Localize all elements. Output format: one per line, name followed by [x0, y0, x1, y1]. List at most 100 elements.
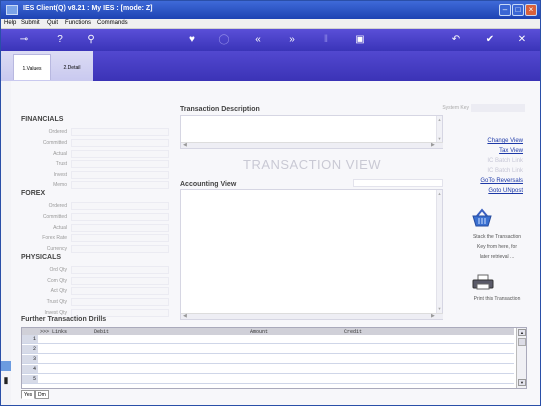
- accounting-view-box[interactable]: ▲ ▼ ◀ ▶: [180, 189, 443, 320]
- field-label: Committed: [42, 214, 67, 220]
- drills-title: Further Transaction Drills: [21, 316, 107, 323]
- accounting-vscroll[interactable]: ▲ ▼: [436, 190, 442, 313]
- stack-text-line: Key from here, for: [476, 244, 517, 250]
- field-label: Ordered: [48, 203, 67, 209]
- previous-icon[interactable]: «: [251, 34, 265, 46]
- application-window: IES Client(Q) v8.21 : My IES : [mode: Z]…: [0, 0, 541, 406]
- tab-values[interactable]: 1.Values: [13, 54, 51, 80]
- toolbar: ⊸ ? ⚲ ♥ ◯ « » ‖ ▣ ↶ ✔ ✕: [1, 29, 540, 51]
- undo-icon[interactable]: ↶: [449, 34, 463, 46]
- accounting-hscroll[interactable]: ◀ ▶: [181, 313, 443, 319]
- field-label: Invest: [53, 172, 67, 178]
- field-label: Ordered: [48, 129, 67, 135]
- side-panel-icon[interactable]: [1, 361, 11, 371]
- forex-ordered-field[interactable]: [71, 202, 169, 210]
- record-icon[interactable]: ◯: [217, 34, 231, 46]
- field-label: Actual: [53, 225, 67, 231]
- drills-grid[interactable]: >>> Links Debit Amount Credit 1 2 3 4 5 …: [21, 327, 527, 389]
- side-lock-icon[interactable]: ▮: [1, 375, 11, 385]
- ic-batch-link-2[interactable]: IC Batch Link: [453, 168, 523, 174]
- minimize-button[interactable]: –: [499, 4, 511, 16]
- physicals-title: PHYSICALS: [21, 254, 62, 261]
- financials-trust-field[interactable]: [71, 160, 169, 168]
- key-icon[interactable]: ⊸: [15, 34, 33, 46]
- field-label: Trust Qty: [46, 299, 67, 305]
- physicals-com-qty-field[interactable]: [71, 277, 169, 285]
- ok-icon[interactable]: ✔: [483, 34, 497, 46]
- stack-text-line: later retrieval ...: [479, 254, 515, 260]
- table-row[interactable]: 1: [22, 335, 514, 344]
- forex-currency-field[interactable]: [71, 245, 169, 253]
- financials-actual-field[interactable]: [71, 150, 169, 158]
- close-window-button[interactable]: ×: [525, 4, 537, 16]
- financials-ordered-field[interactable]: [71, 128, 169, 136]
- description-hscroll[interactable]: ◀ ▶: [181, 142, 443, 148]
- menu-help[interactable]: Help: [4, 20, 16, 26]
- menu-quit[interactable]: Quit: [47, 20, 58, 26]
- bottom-tab-yes[interactable]: Yes: [21, 390, 36, 399]
- physicals-trust-qty-field[interactable]: [71, 298, 169, 306]
- field-label: Com Qty: [47, 278, 67, 284]
- tax-view-link[interactable]: Tax View: [453, 148, 523, 154]
- field-label: Committed: [42, 140, 67, 146]
- header-banner: [93, 51, 540, 81]
- favourite-icon[interactable]: ♥: [185, 34, 199, 46]
- financials-committed-field[interactable]: [71, 139, 169, 147]
- forex-rate-field[interactable]: [71, 234, 169, 242]
- menu-submit[interactable]: Submit: [21, 20, 40, 26]
- transaction-view-watermark: TRANSACTION VIEW: [243, 157, 382, 172]
- bottom-tab-dm[interactable]: Dm: [35, 390, 49, 399]
- transaction-description-box[interactable]: ▲ ▼ ◀ ▶: [180, 115, 443, 149]
- accounting-view-selector[interactable]: [353, 179, 443, 187]
- window-title: IES Client(Q) v8.21 : My IES : [mode: Z]: [23, 5, 153, 12]
- transaction-description-title: Transaction Description: [180, 106, 260, 113]
- field-label: Act Qty: [50, 288, 67, 294]
- ic-batch-link-1[interactable]: IC Batch Link: [453, 158, 523, 164]
- description-vscroll[interactable]: ▲ ▼: [436, 116, 442, 142]
- basket-icon[interactable]: [471, 208, 493, 228]
- goto-reversals-link[interactable]: GoTo Reversals: [453, 178, 523, 184]
- forex-title: FOREX: [21, 190, 46, 197]
- menu-functions[interactable]: Functions: [65, 20, 91, 26]
- field-label: Actual: [53, 151, 67, 157]
- drills-header: >>> Links Debit Amount Credit: [22, 328, 514, 335]
- system-key-label: System Key: [442, 105, 469, 111]
- forex-actual-field[interactable]: [71, 224, 169, 232]
- system-key-field[interactable]: [471, 104, 525, 112]
- scroll-thumb[interactable]: [518, 338, 526, 346]
- next-icon[interactable]: »: [285, 34, 299, 46]
- field-label: Currency: [46, 246, 67, 252]
- physicals-act-qty-field[interactable]: [71, 287, 169, 295]
- accounting-view-title: Accounting View: [180, 181, 237, 188]
- pause-icon[interactable]: ‖: [319, 34, 333, 46]
- search-icon[interactable]: ⚲: [84, 34, 98, 46]
- field-label: Forex Rate: [42, 235, 67, 241]
- printer-icon[interactable]: [472, 274, 494, 290]
- tab-detail[interactable]: 2.Detail: [57, 54, 87, 80]
- drills-vscroll[interactable]: ▲ ▼: [516, 328, 526, 388]
- table-row[interactable]: 2: [22, 345, 514, 354]
- scroll-up-button[interactable]: ▲: [518, 329, 526, 336]
- maximize-button[interactable]: □: [512, 4, 524, 16]
- forex-committed-field[interactable]: [71, 213, 169, 221]
- help-icon[interactable]: ?: [53, 34, 67, 46]
- scroll-down-button[interactable]: ▼: [518, 379, 526, 386]
- table-row[interactable]: 3: [22, 355, 514, 364]
- stack-text-line: Stack the Transaction: [472, 234, 522, 240]
- menu-bar: Help Submit Quit Functions Commands: [1, 19, 540, 29]
- financials-title: FINANCIALS: [21, 116, 64, 123]
- financials-invest-field[interactable]: [71, 171, 169, 179]
- print-transaction-label[interactable]: Print this Transaction: [464, 296, 530, 302]
- save-icon[interactable]: ▣: [353, 34, 367, 46]
- close-icon[interactable]: ✕: [515, 34, 529, 46]
- field-label: Memo: [53, 182, 67, 188]
- physicals-ord-qty-field[interactable]: [71, 266, 169, 274]
- goto-unpost-link[interactable]: Goto UNpost: [453, 188, 523, 194]
- table-row[interactable]: 4: [22, 365, 514, 374]
- change-view-link[interactable]: Change View: [453, 138, 523, 144]
- menu-commands[interactable]: Commands: [97, 20, 128, 26]
- app-icon: [6, 5, 18, 15]
- financials-memo-field[interactable]: [71, 181, 169, 189]
- title-bar: IES Client(Q) v8.21 : My IES : [mode: Z]…: [1, 1, 540, 19]
- table-row[interactable]: 5: [22, 375, 514, 384]
